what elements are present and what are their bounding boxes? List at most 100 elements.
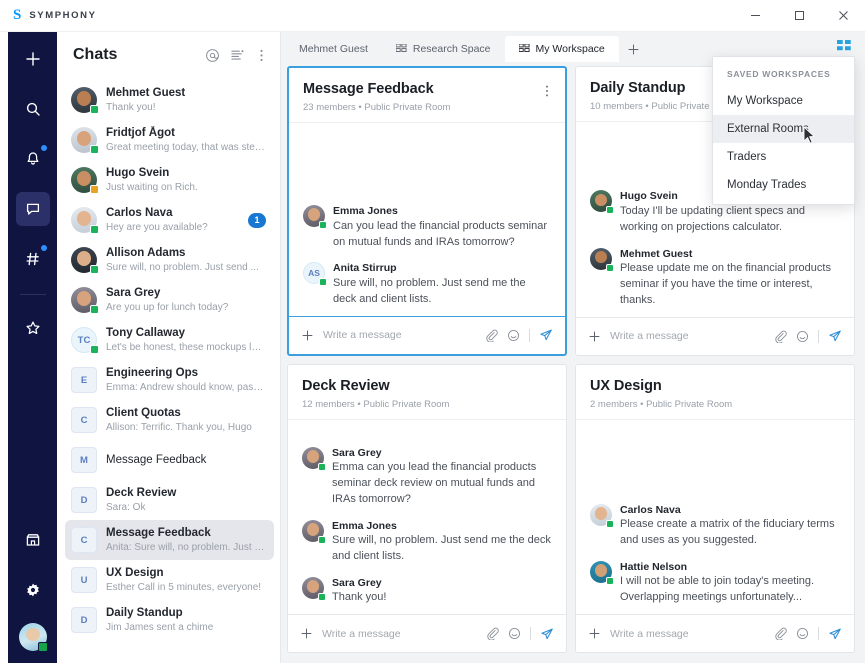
tab-label: Mehmet Guest <box>299 43 368 55</box>
message-input[interactable]: Write a message <box>610 628 765 640</box>
saved-workspace-item[interactable]: Monday Trades <box>713 171 854 199</box>
chat-list-item[interactable]: C Message Feedback Anita: Sure will, no pr… <box>65 520 274 560</box>
message-input[interactable]: Write a message <box>610 330 765 342</box>
emoji-icon[interactable] <box>796 627 809 640</box>
send-icon[interactable] <box>828 627 842 641</box>
attach-icon[interactable] <box>774 330 787 343</box>
saved-workspace-item[interactable]: Traders <box>713 143 854 171</box>
workspace-grid-toggle[interactable] <box>833 36 855 58</box>
emoji-icon[interactable] <box>507 329 520 342</box>
workspace-tab[interactable]: Mehmet Guest <box>285 36 382 62</box>
avatar-initials: C <box>71 407 97 433</box>
composer-plus-icon[interactable] <box>588 627 601 640</box>
chat-message-text: Sure will, no problem. Just send me the … <box>332 534 551 562</box>
minimize-icon[interactable] <box>733 0 777 32</box>
chat-list-item[interactable]: Fridtjof Ågot Great meeting today, that w… <box>65 120 274 160</box>
avatar <box>71 207 99 234</box>
kebab-icon[interactable] <box>255 48 268 63</box>
rail-item-search[interactable] <box>16 92 50 126</box>
chat-list[interactable]: Mehmet Guest Thank you! Fridtjof Ågot Great… <box>57 78 280 663</box>
chat-item-meta: Allison Adams Sure will, no problem. Just… <box>106 246 266 273</box>
chat-message-text: Can you lead the financial products semi… <box>333 219 548 248</box>
message-input[interactable]: Write a message <box>323 329 476 341</box>
avatar: AS <box>303 262 327 287</box>
rail-item-favorites[interactable] <box>16 311 50 345</box>
chat-item-preview: Are you up for lunch today? <box>106 301 229 313</box>
chat-item-meta: Message Feedback Anita: Sure will, no pro… <box>106 526 266 553</box>
avatar-initials: D <box>71 487 97 513</box>
chat-item-meta: Message Feedback <box>106 453 266 467</box>
chat-list-header: Chats <box>57 32 280 78</box>
chat-list-item[interactable]: C Client Quotas Allison: Terrific. Thank y… <box>65 400 274 440</box>
message-input[interactable]: Write a message <box>322 628 477 640</box>
chat-list-item[interactable]: M Message Feedback <box>65 440 274 480</box>
saved-workspace-item[interactable]: External Rooms <box>713 115 854 143</box>
presence-badge <box>606 263 614 272</box>
saved-workspace-item[interactable]: My Workspace <box>713 87 854 115</box>
chat-card-header: UX Design 2 members • Public Private Room <box>576 365 854 419</box>
chat-list-item[interactable]: E Engineering Ops Emma: Andrew should know… <box>65 360 274 400</box>
saved-workspaces-list[interactable]: My Workspace External Rooms Traders Monday … <box>713 87 854 199</box>
user-presence-badge <box>37 642 48 652</box>
composer-plus-icon[interactable] <box>301 329 314 342</box>
chat-list-actions <box>205 48 268 63</box>
chat-item-preview: Hey are you available? <box>106 221 208 233</box>
emoji-icon[interactable] <box>508 627 521 640</box>
chat-message: Emma Jones Sure will, no problem. Just se… <box>302 519 552 565</box>
at-icon[interactable] <box>205 48 220 63</box>
chat-message-content: Carlos Nava Please create a matrix of the… <box>620 503 840 549</box>
rail-item-rooms[interactable] <box>16 242 50 276</box>
send-icon[interactable] <box>540 627 554 641</box>
chat-card: UX Design 2 members • Public Private Room… <box>575 363 855 653</box>
chat-list-item[interactable]: Mehmet Guest Thank you! <box>65 80 274 120</box>
attach-icon[interactable] <box>486 627 499 640</box>
saved-workspaces-dropdown[interactable]: SAVED WORKSPACES My Workspace External Ro… <box>712 56 855 205</box>
workspace-tab[interactable]: My Workspace <box>504 36 619 62</box>
send-icon[interactable] <box>539 328 553 342</box>
send-icon[interactable] <box>828 329 842 343</box>
chat-list-item[interactable]: TC Tony Callaway Let's be honest, these mo… <box>65 320 274 360</box>
chat-list-item[interactable]: U UX Design Esther Call in 5 minutes, ever… <box>65 560 274 600</box>
composer-plus-icon[interactable] <box>588 330 601 343</box>
rail-item-notifications[interactable] <box>16 142 50 176</box>
chat-item-preview: Let's be honest, these mockups look gre.… <box>106 341 266 353</box>
chat-message: Hattie Nelson I will not be able to join … <box>590 560 840 606</box>
chat-list-item[interactable]: Allison Adams Sure will, no problem. Just… <box>65 240 274 280</box>
emoji-icon[interactable] <box>796 330 809 343</box>
chat-item-name: Engineering Ops <box>106 367 199 380</box>
title-bar: S SYMPHONY <box>0 0 865 32</box>
chat-list-item[interactable]: Sara Grey Are you up for lunch today? <box>65 280 274 320</box>
chat-card-subtitle: 23 members • Public Private Room <box>303 102 451 113</box>
chat-card-kebab-icon[interactable] <box>541 84 553 103</box>
avatar: U <box>71 567 97 593</box>
rail-item-add[interactable] <box>16 42 50 76</box>
chat-item-name: Fridtjof Ågot <box>106 127 175 140</box>
composer-plus-icon[interactable] <box>300 627 313 640</box>
chat-list-item[interactable]: D Deck Review Sara: Ok <box>65 480 274 520</box>
composer-divider <box>818 627 819 640</box>
chat-list-item[interactable]: D Daily Standup Jim James sent a chime <box>65 600 274 640</box>
chat-card: Deck Review 12 members • Public Private R… <box>287 363 567 653</box>
chat-list-item[interactable]: Hugo Svein Just waiting on Rich. <box>65 160 274 200</box>
workspace-tab[interactable]: Research Space <box>382 36 505 62</box>
attach-icon[interactable] <box>774 627 787 640</box>
user-avatar[interactable] <box>18 623 48 652</box>
rail-item-marketplace[interactable] <box>16 523 50 557</box>
rail-item-chats[interactable] <box>15 192 50 226</box>
close-icon[interactable] <box>821 0 865 32</box>
chat-card-subtitle: 2 members • Public Private Room <box>590 398 733 410</box>
chat-item-meta: Deck Review Sara: Ok <box>106 486 266 513</box>
unread-badge: 1 <box>248 212 266 228</box>
rail-item-settings[interactable] <box>16 573 50 607</box>
attach-icon[interactable] <box>485 329 498 342</box>
chat-message-content: Sara Grey Emma can you lead the financial… <box>332 446 552 508</box>
chat-message-author: Hattie Nelson <box>620 560 688 573</box>
chat-list-item[interactable]: Carlos Nava Hey are you available? 1 <box>65 200 274 240</box>
avatar <box>303 205 327 230</box>
maximize-icon[interactable] <box>777 0 821 32</box>
list-filter-icon[interactable] <box>230 48 245 63</box>
new-tab-button[interactable] <box>619 36 649 62</box>
presence-badge <box>90 265 99 274</box>
chat-item-preview: Thank you! <box>106 101 156 113</box>
chat-list-title: Chats <box>73 46 118 63</box>
